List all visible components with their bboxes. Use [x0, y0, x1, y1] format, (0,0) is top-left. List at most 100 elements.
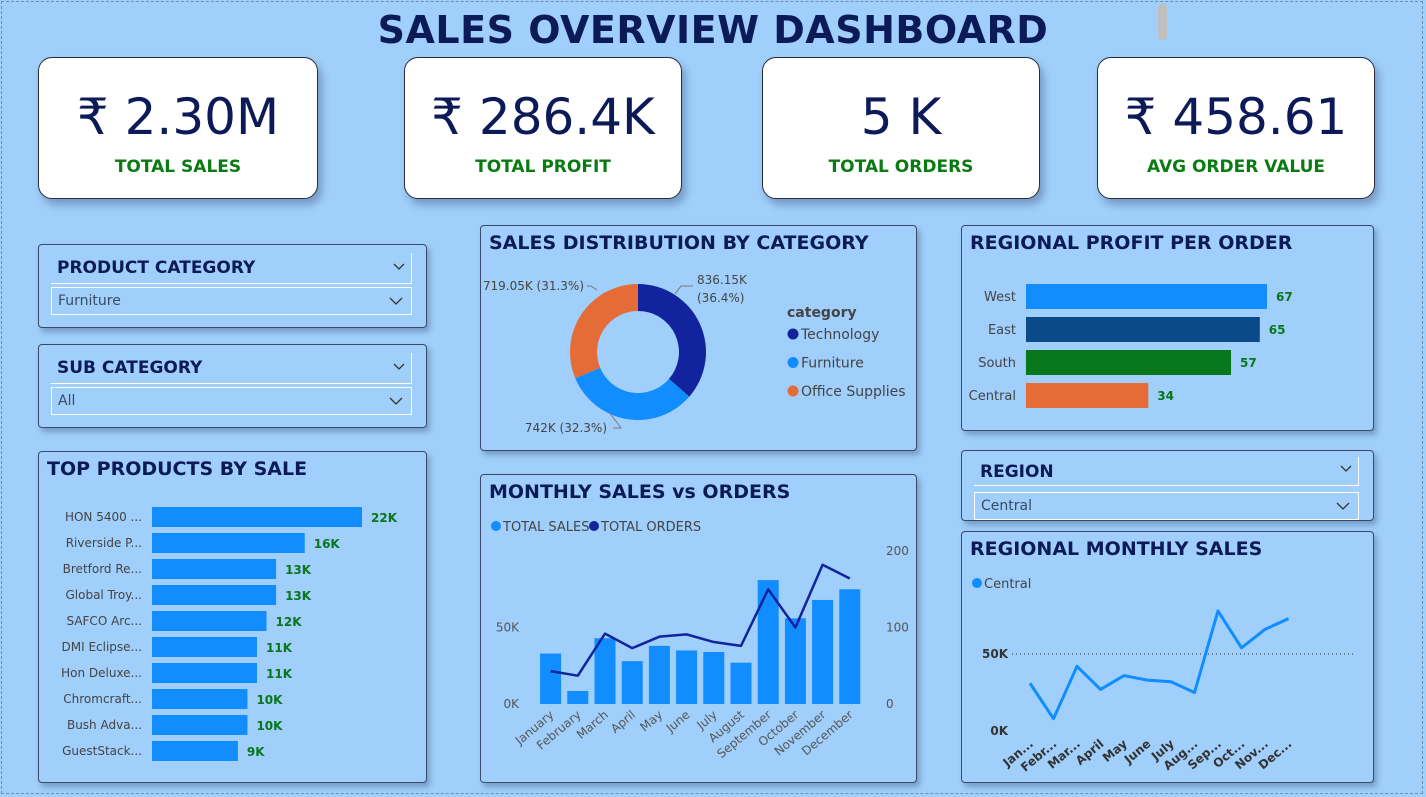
- bar: [676, 650, 698, 704]
- category-label: Global Troy...: [65, 588, 142, 602]
- slice-label: 742K (32.3%): [525, 421, 607, 435]
- chevron-down-icon[interactable]: [1336, 502, 1350, 510]
- dropdown-value: All: [58, 393, 76, 409]
- slicer-title: REGION: [980, 462, 1054, 482]
- sales-distribution-panel: SALES DISTRIBUTION BY CATEGORY 836.15K (3…: [480, 225, 917, 451]
- donut-slice: [638, 284, 706, 397]
- kpi-value: ₹ 2.30M: [76, 88, 280, 146]
- product-category-dropdown[interactable]: Furniture: [51, 287, 412, 315]
- y2-tick-label: 100: [886, 621, 909, 635]
- chevron-down-icon[interactable]: [389, 397, 403, 405]
- bar: [730, 662, 752, 704]
- product-category-slicer: PRODUCT CATEGORY Furniture: [38, 244, 427, 328]
- data-label: 22K: [371, 511, 398, 525]
- kpi-card-total-sales: ₹ 2.30M TOTAL SALES: [38, 57, 318, 199]
- data-label: 10K: [256, 693, 283, 707]
- dropdown-value: Central: [981, 498, 1032, 514]
- top-products-chart: HON 5400 ... 22K Riverside P... 16K Bretford…: [61, 507, 398, 761]
- data-label: 11K: [266, 641, 293, 655]
- x-tick-label: April: [608, 708, 638, 736]
- slicer-title: SUB CATEGORY: [57, 358, 203, 378]
- y-tick-label: 0K: [503, 697, 520, 711]
- bar: [152, 689, 248, 709]
- category-label: SAFCO Arc...: [66, 614, 142, 628]
- kpi-label: AVG ORDER VALUE: [1146, 157, 1326, 177]
- kpi-label: TOTAL PROFIT: [475, 157, 611, 177]
- bar: [1026, 317, 1260, 342]
- legend-title: category: [787, 305, 857, 321]
- bar: [621, 661, 643, 704]
- category-label: Riverside P...: [66, 536, 142, 550]
- category-label: Chromcraft...: [63, 692, 142, 706]
- data-label: 65: [1269, 323, 1286, 337]
- kpi-value: ₹ 286.4K: [431, 88, 655, 146]
- legend-marker: [787, 357, 799, 368]
- category-label: South: [978, 356, 1016, 371]
- bar: [1026, 350, 1232, 375]
- category-label: HON 5400 ...: [65, 510, 142, 524]
- sales-line: [1028, 609, 1290, 721]
- legend-marker: [491, 521, 501, 531]
- data-label: 13K: [285, 589, 312, 603]
- category-label: Bretford Re...: [63, 562, 142, 576]
- legend-marker: [972, 578, 982, 588]
- category-label: West: [984, 290, 1016, 305]
- kpi-card-total-orders: 5 K TOTAL ORDERS: [762, 57, 1040, 199]
- category-label: DMI Eclipse...: [62, 640, 143, 654]
- slicer-header[interactable]: REGION: [974, 457, 1359, 486]
- page-title: SALES OVERVIEW DASHBOARD: [377, 8, 1049, 52]
- kpi-card-avg-order-value: ₹ 458.61 AVG ORDER VALUE: [1097, 57, 1375, 199]
- data-label: 67: [1276, 290, 1293, 304]
- chevron-down-icon[interactable]: [393, 263, 405, 271]
- donut-slice: [570, 284, 638, 379]
- monthly-sales-orders-chart: TOTAL SALES TOTAL ORDERS0K50K0100200Janua…: [491, 520, 909, 761]
- y2-tick-label: 0: [886, 697, 894, 711]
- legend-marker: [787, 328, 799, 340]
- data-label: 57: [1240, 356, 1257, 370]
- bar: [1026, 284, 1267, 309]
- kpi-value: ₹ 458.61: [1124, 88, 1348, 146]
- category-label: Central: [969, 389, 1016, 404]
- slicer-header[interactable]: PRODUCT CATEGORY: [51, 253, 412, 284]
- legend-entry: Central: [984, 577, 1031, 592]
- legend-entry: Technology: [800, 327, 879, 343]
- legend-marker: [589, 521, 599, 531]
- bar: [152, 741, 238, 761]
- bar: [594, 638, 616, 704]
- y-tick-label: 50K: [496, 621, 520, 635]
- bar: [784, 618, 806, 704]
- bar: [839, 589, 861, 704]
- kpi-card-total-profit: ₹ 286.4K TOTAL PROFIT: [404, 57, 682, 199]
- y-tick-label: 50K: [982, 647, 1009, 661]
- legend-marker: [787, 385, 799, 397]
- bar: [152, 637, 257, 657]
- legend-entry: TOTAL SALES: [502, 520, 589, 535]
- category-label: GuestStack...: [62, 744, 142, 758]
- monthly-sales-orders-panel: MONTHLY SALES vs ORDERS TOTAL SALES TOTAL…: [480, 474, 917, 783]
- region-dropdown[interactable]: Central: [974, 492, 1359, 520]
- x-tick-label: March: [574, 708, 611, 742]
- x-tick-label: May: [637, 708, 665, 735]
- chevron-down-icon[interactable]: [1340, 465, 1352, 473]
- bar: [152, 663, 257, 683]
- sub-category-dropdown[interactable]: All: [51, 387, 412, 415]
- bar: [152, 611, 267, 631]
- sub-category-slicer: SUB CATEGORY All: [38, 344, 427, 428]
- data-label: 12K: [276, 615, 303, 629]
- category-label: Bush Adva...: [67, 718, 142, 732]
- data-label: 16K: [314, 537, 341, 551]
- bar: [1026, 383, 1149, 408]
- chevron-down-icon[interactable]: [389, 297, 403, 305]
- slicer-header[interactable]: SUB CATEGORY: [51, 353, 412, 384]
- y2-tick-label: 200: [886, 544, 909, 558]
- regional-profit-chart: West 67 East 65 South 57 Central 34: [969, 284, 1293, 408]
- bar: [812, 599, 834, 704]
- slice-label: 719.05K (31.3%): [483, 279, 584, 293]
- bar: [152, 507, 362, 527]
- slice-label: 836.15K: [697, 273, 748, 287]
- top-products-panel: TOP PRODUCTS BY SALE HON 5400 ... 22K Rive…: [38, 451, 427, 783]
- slicer-title: PRODUCT CATEGORY: [57, 258, 256, 278]
- chevron-down-icon[interactable]: [393, 363, 405, 371]
- bar: [567, 690, 589, 704]
- sales-distribution-chart: 836.15K (36.4%) 742K (32.3%) 719.05K (31.3%…: [483, 273, 906, 435]
